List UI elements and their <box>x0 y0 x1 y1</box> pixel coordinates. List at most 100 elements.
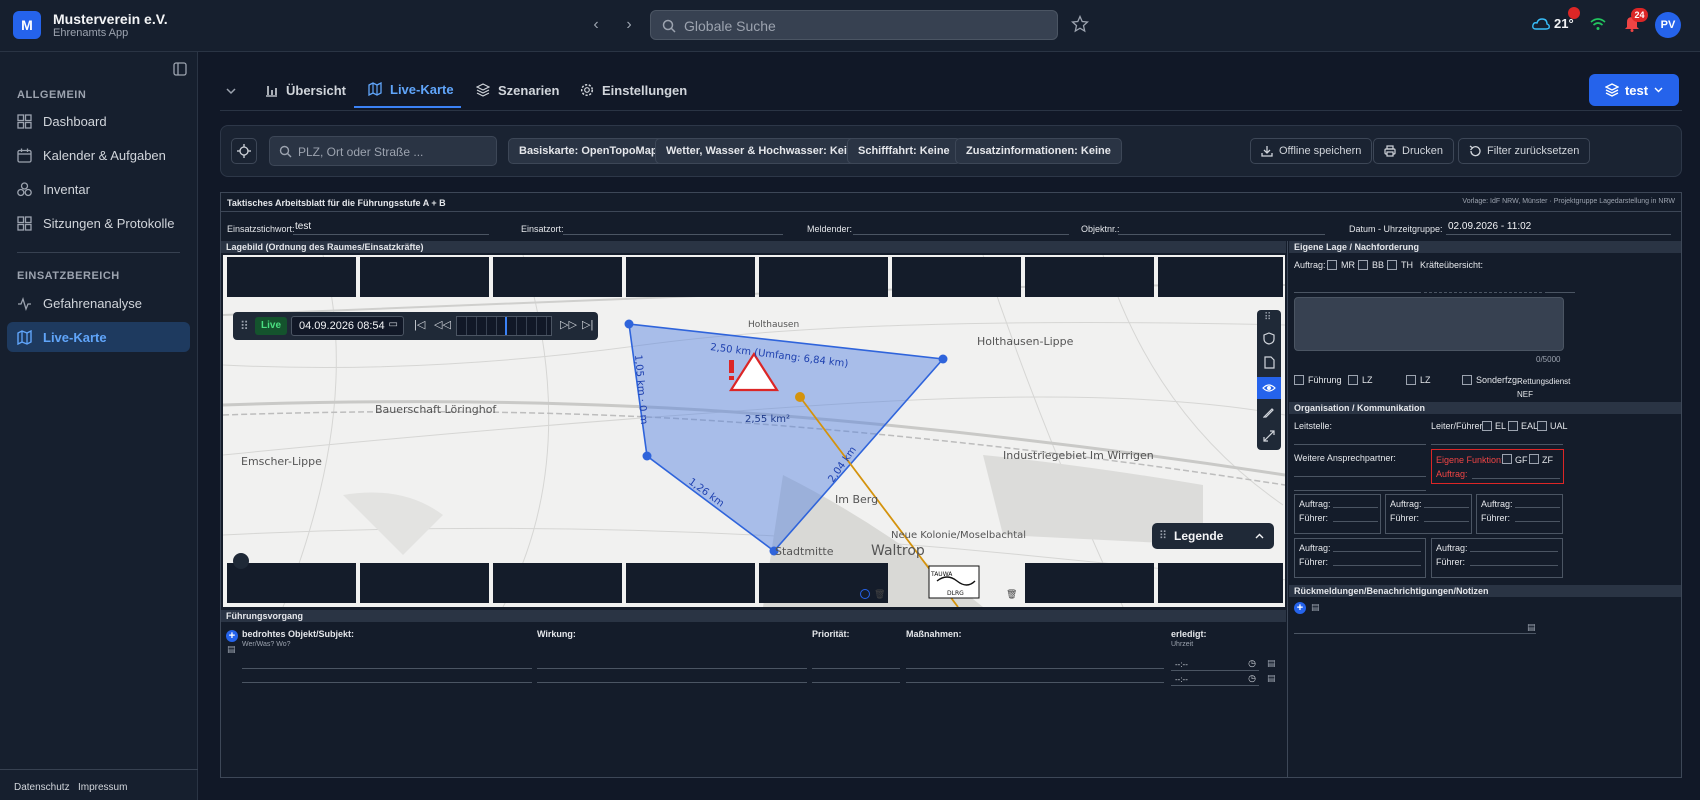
trash-icon[interactable]: 🗑 <box>1006 589 1017 600</box>
drag-handle-icon[interactable]: ⠿ <box>240 319 249 333</box>
clock-icon[interactable]: ◷ <box>1248 673 1256 684</box>
forward-arrow-icon[interactable]: › <box>618 14 640 36</box>
kraefte-textarea[interactable] <box>1294 297 1564 351</box>
archive-icon[interactable]: ▤ <box>1527 622 1536 633</box>
checkbox-bb[interactable] <box>1358 260 1368 270</box>
avatar[interactable]: PV <box>1655 12 1681 38</box>
map-zoom-icon[interactable] <box>233 553 249 569</box>
imprint-link[interactable]: Impressum <box>78 782 127 793</box>
drag-handle-icon[interactable]: ⠿ <box>1264 312 1271 323</box>
auftrag-box: Auftrag: Führer: <box>1294 494 1381 534</box>
trash-icon[interactable]: 🗑 <box>874 589 885 600</box>
add-note-button[interactable]: + <box>1294 602 1306 614</box>
timeline-slider[interactable] <box>456 316 552 336</box>
workspace-button[interactable]: test <box>1589 74 1679 106</box>
live-badge[interactable]: Live <box>255 317 288 335</box>
fv-col-priority: Priorität: <box>812 629 850 639</box>
sidebar-item-inventory[interactable]: Inventar <box>7 174 190 204</box>
global-search-input[interactable]: Globale Suche <box>650 10 1058 40</box>
archive-icon[interactable]: ▤ <box>1311 602 1320 613</box>
basemap-filter[interactable]: Basiskarte: OpenTopoMap <box>508 138 669 164</box>
tab-overview[interactable]: Übersicht <box>265 72 346 108</box>
checkbox-el[interactable] <box>1482 421 1492 431</box>
skip-start-icon[interactable]: |◁ <box>414 318 425 331</box>
checkbox-sonder[interactable] <box>1462 375 1472 385</box>
legend-toggle[interactable]: ⠿ Legende <box>1152 523 1274 549</box>
archive-icon[interactable]: ▤ <box>1267 658 1276 669</box>
back-arrow-icon[interactable]: ‹ <box>585 14 607 36</box>
einsatzort-label: Einsatzort: <box>521 224 564 234</box>
document-icon[interactable] <box>1263 356 1275 369</box>
address-search-input[interactable]: PLZ, Ort oder Straße ... <box>269 136 497 166</box>
checkbox-mr[interactable] <box>1327 260 1337 270</box>
privacy-link[interactable]: Datenschutz <box>14 782 70 793</box>
sidebar-item-hazard-analysis[interactable]: Gefahrenanalyse <box>7 288 190 318</box>
fuehrer-box-line <box>1333 521 1378 522</box>
sidebar-collapse-icon[interactable] <box>173 62 187 76</box>
checkbox-lz1[interactable] <box>1348 375 1358 385</box>
map-tile-overlay <box>493 563 622 603</box>
archive-icon[interactable]: ▤ <box>1267 673 1276 684</box>
calendar-icon[interactable]: ▭ <box>389 319 398 330</box>
checkbox-lz2[interactable] <box>1406 375 1416 385</box>
chevron-down-icon[interactable] <box>226 87 236 95</box>
skip-end-icon[interactable]: ▷| <box>582 318 593 331</box>
pencil-icon[interactable] <box>1263 406 1275 418</box>
print-button[interactable]: Drucken <box>1373 138 1454 164</box>
time-input[interactable]: --:-- ◷ <box>1171 658 1259 671</box>
checkbox-zf[interactable] <box>1529 454 1539 464</box>
shipping-filter[interactable]: Schifffahrt: Keine <box>847 138 961 164</box>
tab-scenarios[interactable]: Szenarien <box>476 72 559 108</box>
sidebar-item-live-map[interactable]: Live-Karte <box>7 322 190 352</box>
time-input[interactable]: --:-- ◷ <box>1171 673 1259 686</box>
map-tile-overlay <box>227 257 356 297</box>
place-label: Holthausen <box>748 320 799 330</box>
auftrag-box-label: Auftrag: <box>1390 499 1422 509</box>
live-map[interactable]: 2,50 km (Umfang: 6,84 km) 1,05 km · 0 m … <box>223 255 1285 607</box>
fast-forward-icon[interactable]: ▷▷ <box>560 318 577 331</box>
auftrag-box-line <box>1424 507 1469 508</box>
map-canvas[interactable]: 2,50 km (Umfang: 6,84 km) 1,05 km · 0 m … <box>223 255 1285 607</box>
weather-filter[interactable]: Wetter, Wasser & Hochwasser: Keine <box>655 138 871 164</box>
sidebar-item-meetings[interactable]: Sitzungen & Protokolle <box>7 208 190 238</box>
additional-info-filter[interactable]: Zusatzinformationen: Keine <box>955 138 1122 164</box>
rewind-icon[interactable]: ◁◁ <box>434 318 451 331</box>
reset-filter-button[interactable]: Filter zurücksetzen <box>1458 138 1591 164</box>
sidebar-item-calendar[interactable]: Kalender & Aufgaben <box>7 140 190 170</box>
archive-icon[interactable]: ▤ <box>227 644 236 655</box>
sidebar-item-dashboard[interactable]: Dashboard <box>7 106 190 136</box>
app-logo[interactable]: M <box>13 11 41 39</box>
legend-label: Legende <box>1174 529 1224 543</box>
checkbox-ual[interactable] <box>1537 421 1547 431</box>
locate-button[interactable] <box>231 138 257 164</box>
note-line[interactable] <box>1294 633 1536 634</box>
reset-icon <box>1469 145 1481 157</box>
calendar-icon <box>17 148 32 163</box>
expand-icon[interactable] <box>1263 430 1275 442</box>
datum-value[interactable]: 02.09.2026 - 11:02 <box>1448 221 1531 232</box>
einsatzstichwort-value[interactable]: test <box>295 221 311 232</box>
layers-icon <box>1604 83 1619 97</box>
fv-row-line <box>906 668 1164 669</box>
fv-row-line <box>537 668 807 669</box>
shield-icon[interactable] <box>1263 332 1275 345</box>
checkbox-eal[interactable] <box>1508 421 1518 431</box>
add-row-button[interactable]: + <box>226 630 238 642</box>
target-icon[interactable] <box>860 589 870 599</box>
offline-save-button[interactable]: Offline speichern <box>1250 138 1373 164</box>
tab-settings[interactable]: Einstellungen <box>580 72 687 108</box>
checkbox-th[interactable] <box>1387 260 1397 270</box>
clock-icon[interactable]: ◷ <box>1248 658 1256 669</box>
datetime-input[interactable]: 04.09.2026 08:54 ▭ <box>291 316 404 336</box>
checkbox-gf[interactable] <box>1502 454 1512 464</box>
checkbox-fuehrung[interactable] <box>1294 375 1304 385</box>
timeline-cursor[interactable] <box>505 317 507 335</box>
star-icon[interactable] <box>1071 15 1089 33</box>
visibility-toggle[interactable] <box>1257 377 1281 399</box>
auftrag-label: Auftrag: <box>1294 260 1326 270</box>
auftrag-box-label: Auftrag: <box>1436 543 1468 553</box>
map-tile-overlay <box>1025 563 1154 603</box>
tab-live-map[interactable]: Live-Karte <box>354 72 461 108</box>
map-tile-overlay <box>1158 563 1283 603</box>
weather-alert-icon[interactable] <box>1568 7 1580 19</box>
